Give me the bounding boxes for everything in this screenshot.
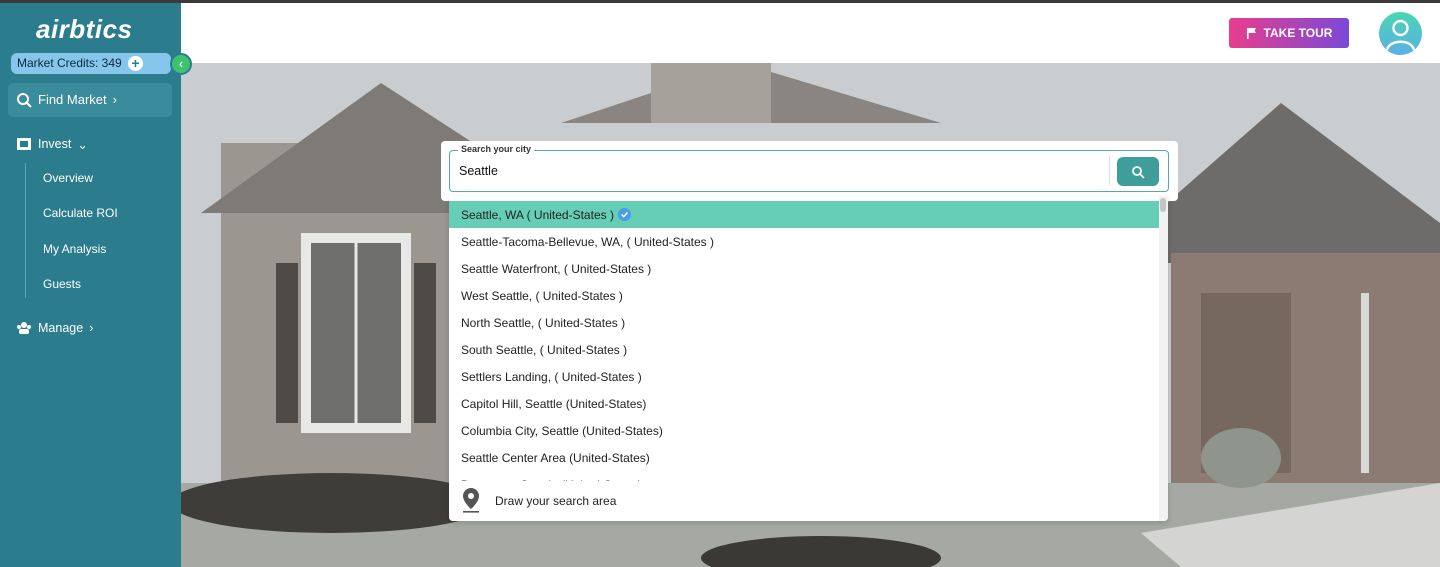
app-logo: airbtics <box>36 14 133 44</box>
take-tour-label: TAKE TOUR <box>1263 26 1333 40</box>
suggestion-label: Seattle, WA ( United-States ) <box>461 208 614 222</box>
city-suggestions-dropdown: Seattle, WA ( United-States ) Seattle-Ta… <box>449 196 1168 521</box>
user-icon <box>1385 19 1416 51</box>
manage-label: Manage <box>38 321 84 335</box>
suggestion-item[interactable]: Settlers Landing, ( United-States ) <box>449 363 1159 390</box>
sidebar-item-calculate-roi[interactable]: Calculate ROI <box>43 206 118 220</box>
chevron-right-icon: › <box>112 92 117 107</box>
suggestion-item[interactable]: South Seattle, ( United-States ) <box>449 336 1159 363</box>
invest-label: Invest <box>38 137 72 151</box>
chevron-down-icon: ⌄ <box>77 137 88 152</box>
search-icon <box>1132 165 1145 179</box>
chevron-right-icon: › <box>89 321 94 335</box>
sidebar: airbtics Market Credits: 349 + Find Mark… <box>0 0 181 567</box>
submenu-line <box>25 163 26 298</box>
market-credits-label: Market Credits: 349 <box>17 56 122 70</box>
draw-search-area-option[interactable]: Draw your search area <box>449 481 1159 521</box>
add-credits-icon[interactable]: + <box>128 56 143 71</box>
search-field-label: Search your city <box>458 144 535 154</box>
find-market-label: Find Market <box>38 92 107 107</box>
scrollbar-thumb[interactable] <box>1160 198 1166 212</box>
verified-icon <box>617 208 631 221</box>
users-icon <box>17 322 31 334</box>
suggestion-item[interactable]: West Seattle, ( United-States ) <box>449 282 1159 309</box>
city-search-card: Search your city Seattle <box>441 141 1178 201</box>
sidebar-item-invest[interactable]: Invest ⌄ <box>16 136 88 152</box>
suggestion-item[interactable]: Seattle, WA ( United-States ) <box>449 201 1159 228</box>
sidebar-item-my-analysis[interactable]: My Analysis <box>43 242 106 256</box>
collapse-sidebar-button[interactable]: ‹ <box>170 53 192 75</box>
suggestion-item[interactable]: Seattle Waterfront, ( United-States ) <box>449 255 1159 282</box>
search-button[interactable] <box>1117 157 1159 186</box>
city-search-field[interactable]: Search your city Seattle <box>449 144 1169 192</box>
map-pin-icon <box>463 488 479 513</box>
flag-icon <box>1246 28 1256 39</box>
sidebar-item-overview[interactable]: Overview <box>43 171 93 185</box>
suggestion-item[interactable]: Capitol Hill, Seattle (United-States) <box>449 390 1159 417</box>
market-credits-badge: Market Credits: 349 + <box>11 53 171 74</box>
city-search-input[interactable]: Seattle <box>459 164 498 178</box>
suggestion-item[interactable]: Columbia City, Seattle (United-States) <box>449 417 1159 444</box>
search-divider <box>1109 157 1110 185</box>
sidebar-item-find-market[interactable]: Find Market › <box>8 83 172 117</box>
sidebar-item-manage[interactable]: Manage › <box>16 320 93 336</box>
invest-icon <box>17 138 31 150</box>
sidebar-item-guests[interactable]: Guests <box>43 277 81 291</box>
suggestion-item[interactable]: Seattle Center Area (United-States) <box>449 444 1159 471</box>
user-avatar[interactable] <box>1379 12 1422 55</box>
take-tour-button[interactable]: TAKE TOUR <box>1229 18 1349 48</box>
top-border <box>0 0 1440 3</box>
dropdown-scrollbar[interactable] <box>1159 196 1168 521</box>
suggestion-item[interactable]: Seattle-Tacoma-Bellevue, WA, ( United-St… <box>449 228 1159 255</box>
draw-search-area-label: Draw your search area <box>495 494 617 508</box>
suggestion-item[interactable]: North Seattle, ( United-States ) <box>449 309 1159 336</box>
search-market-icon <box>17 93 32 108</box>
